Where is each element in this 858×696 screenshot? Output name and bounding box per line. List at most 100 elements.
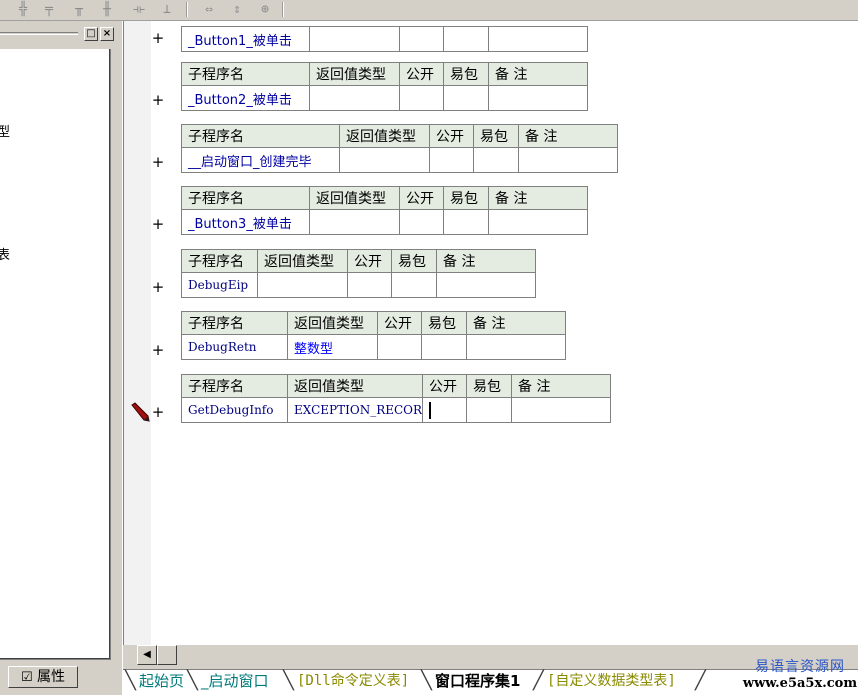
close-button[interactable]: ×: [100, 27, 114, 41]
header-return-type: 返回值类型: [339, 124, 430, 148]
easy-pack-cell[interactable]: [473, 147, 519, 173]
scroll-left-button[interactable]: ◀: [137, 645, 157, 665]
public-cell[interactable]: [347, 272, 392, 298]
editor-gutter: [123, 21, 152, 645]
grip-line: [0, 32, 78, 33]
public-cell[interactable]: [377, 334, 422, 360]
text-cursor: [429, 401, 431, 419]
remark-cell[interactable]: [511, 397, 611, 423]
return-type-cell[interactable]: EXCEPTION_RECORD: [287, 397, 423, 423]
easy-pack-cell[interactable]: [421, 334, 467, 360]
easy-pack-cell[interactable]: [443, 85, 489, 111]
left-panel-header: □ ×: [0, 23, 118, 43]
easy-pack-cell[interactable]: [443, 26, 489, 52]
subroutine-name-cell[interactable]: GetDebugInfo: [181, 397, 288, 423]
tab-separator: ╱: [695, 670, 706, 691]
expand-icon[interactable]: +: [150, 277, 166, 297]
remark-cell[interactable]: [436, 272, 536, 298]
watermark-cn: 易语言资源网: [755, 659, 845, 675]
header-easy-pack: 易包: [421, 311, 467, 335]
tab-start-page[interactable]: 起始页: [135, 670, 188, 692]
tree-item-clipped[interactable]: 型: [0, 121, 10, 140]
align-top-icon[interactable]: ╥: [70, 1, 88, 18]
center-icon[interactable]: ⊕: [256, 1, 274, 18]
header-name: 子程序名: [181, 124, 340, 148]
return-type-cell[interactable]: [309, 85, 400, 111]
property-icon: ☑: [20, 670, 33, 685]
header-name: 子程序名: [181, 249, 258, 273]
public-cell[interactable]: [429, 147, 474, 173]
header-public: 公开: [422, 374, 467, 398]
watermark: 易语言资源网 www.e5a5x.com: [742, 656, 858, 691]
expand-icon[interactable]: +: [150, 152, 166, 172]
header-name: 子程序名: [181, 374, 288, 398]
property-tab[interactable]: ☑ 属性: [8, 666, 78, 688]
space-horizontal-icon[interactable]: ⇔: [200, 1, 218, 18]
space-vertical-icon[interactable]: ⇕: [228, 1, 246, 18]
subroutine-name-cell[interactable]: _Button1_被单击: [181, 26, 310, 52]
header-return-type: 返回值类型: [309, 186, 400, 210]
expand-icon[interactable]: +: [150, 340, 166, 360]
subroutine-table: 子程序名 返回值类型 公开 易包 备 注 _Button3_被单击: [181, 186, 588, 235]
subroutine-table: _Button1_被单击: [181, 26, 588, 52]
align-middle-icon[interactable]: ╫: [98, 1, 116, 18]
remark-cell[interactable]: [488, 85, 588, 111]
header-public: 公开: [347, 249, 392, 273]
header-easy-pack: 易包: [443, 62, 489, 86]
expand-icon[interactable]: +: [150, 214, 166, 234]
subroutine-name-cell[interactable]: DebugRetn: [181, 334, 288, 360]
tab-dll-commands[interactable]: [Dll命令定义表]: [293, 670, 413, 692]
property-tab-label: 属性: [37, 669, 66, 685]
toolbar-separator: [186, 2, 188, 17]
pencil-icon: [131, 402, 150, 422]
easy-pack-cell[interactable]: [391, 272, 437, 298]
return-type-cell[interactable]: [309, 26, 400, 52]
scroll-right-button[interactable]: [157, 645, 177, 665]
horizontal-scrollbar[interactable]: ◀: [131, 645, 177, 665]
align-left-icon[interactable]: ╬: [14, 1, 32, 18]
expand-icon[interactable]: +: [150, 28, 166, 48]
return-type-cell[interactable]: [309, 209, 400, 235]
pin-button[interactable]: □: [84, 27, 98, 41]
expand-icon[interactable]: +: [150, 402, 166, 422]
align-center-icon[interactable]: ╤: [40, 1, 58, 18]
easy-pack-cell[interactable]: [466, 397, 512, 423]
return-type-cell[interactable]: 整数型: [287, 334, 378, 360]
same-height-icon[interactable]: ⊥: [158, 1, 176, 18]
subroutine-name-cell[interactable]: _Button3_被单击: [181, 209, 310, 235]
tab-custom-data-types[interactable]: [自定义数据类型表]: [543, 670, 680, 692]
grip-line: [0, 34, 78, 35]
remark-cell[interactable]: [466, 334, 566, 360]
public-cell[interactable]: [422, 397, 467, 423]
header-remark: 备 注: [436, 249, 536, 273]
subroutine-table: 子程序名 返回值类型 公开 易包 备 注 DebugRetn 整数型: [181, 311, 566, 360]
easy-pack-cell[interactable]: [443, 209, 489, 235]
subroutine-name-cell[interactable]: _Button2_被单击: [181, 85, 310, 111]
subroutine-name-cell[interactable]: DebugEip: [181, 272, 258, 298]
public-cell[interactable]: [399, 85, 444, 111]
header-easy-pack: 易包: [443, 186, 489, 210]
expand-icon[interactable]: +: [150, 90, 166, 110]
header-return-type: 返回值类型: [287, 374, 423, 398]
tab-startup-window[interactable]: _启动窗口: [197, 670, 273, 692]
public-cell[interactable]: [399, 209, 444, 235]
tree-item-clipped[interactable]: 表: [0, 244, 10, 263]
public-cell[interactable]: [399, 26, 444, 52]
subroutine-name-cell[interactable]: __启动窗口_创建完毕: [181, 147, 340, 173]
header-public: 公开: [377, 311, 422, 335]
header-name: 子程序名: [181, 62, 310, 86]
header-remark: 备 注: [488, 62, 588, 86]
header-easy-pack: 易包: [473, 124, 519, 148]
subroutine-table: 子程序名 返回值类型 公开 易包 备 注 DebugEip: [181, 249, 536, 298]
tab-window-assembly[interactable]: 窗口程序集1: [431, 670, 524, 692]
same-width-icon[interactable]: ⟛: [130, 1, 148, 18]
subroutine-table: 子程序名 返回值类型 公开 易包 备 注 _Button2_被单击: [181, 62, 588, 111]
remark-cell[interactable]: [518, 147, 618, 173]
header-public: 公开: [399, 62, 444, 86]
remark-cell[interactable]: [488, 209, 588, 235]
left-panel: □ × 型 表 ☑ 属性: [0, 21, 122, 695]
project-tree[interactable]: 型 表: [0, 49, 111, 660]
return-type-cell[interactable]: [339, 147, 430, 173]
remark-cell[interactable]: [488, 26, 588, 52]
return-type-cell[interactable]: [257, 272, 348, 298]
